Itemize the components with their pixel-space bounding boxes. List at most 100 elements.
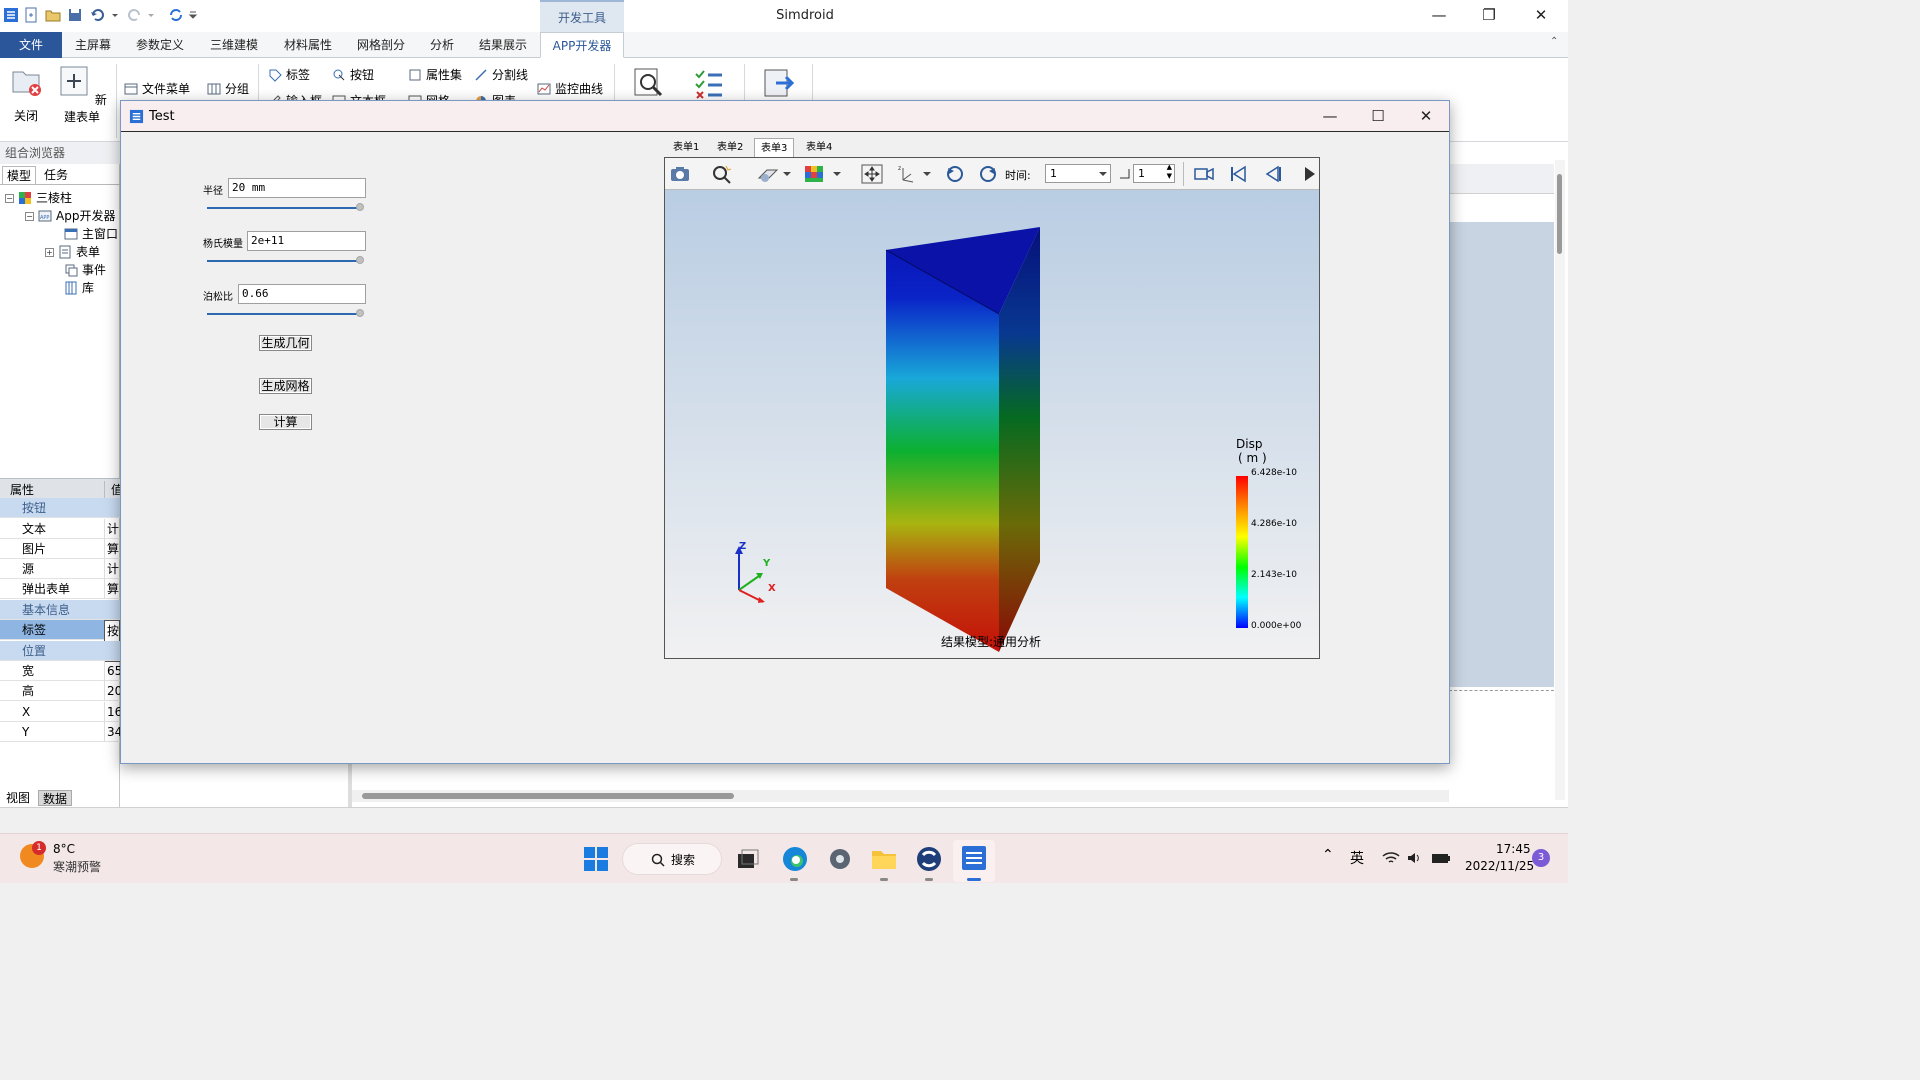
prop-row-y[interactable]: Y 34	[0, 722, 120, 742]
dropdown-arrow-icon[interactable]	[923, 170, 931, 178]
checklist-icon[interactable]	[692, 66, 726, 100]
ime-indicator[interactable]: 英	[1350, 848, 1364, 868]
dialog-minimize-button[interactable]: —	[1305, 101, 1355, 131]
rotate-left-icon[interactable]	[944, 164, 966, 184]
file-explorer-icon[interactable]	[870, 845, 898, 873]
prop-value[interactable]: 16	[104, 702, 120, 722]
clock-date[interactable]: 2022/11/25	[1465, 859, 1534, 873]
tab-home[interactable]: 主屏幕	[66, 32, 120, 58]
record-video-icon[interactable]	[1193, 164, 1215, 184]
prop-value[interactable]: 20	[104, 681, 120, 701]
dialog-close-button[interactable]: ✕	[1401, 101, 1451, 131]
section-view-icon[interactable]	[757, 164, 779, 184]
generate-mesh-button[interactable]: 生成网格	[259, 378, 312, 394]
prop-row-source[interactable]: 源计算	[0, 559, 120, 599]
rotate-right-icon[interactable]	[977, 164, 999, 184]
save-icon[interactable]	[67, 7, 83, 23]
prop-group-position[interactable]: 位置	[0, 641, 120, 661]
viewer-tab-form1[interactable]: 表单1	[667, 138, 705, 158]
close-form-button[interactable]: 关闭	[6, 64, 46, 124]
chevron-up-icon[interactable]: ⌃	[1322, 847, 1334, 863]
monitor-curve-button[interactable]: 监控曲线	[537, 80, 603, 97]
weather-temp[interactable]: 8°C	[53, 842, 75, 856]
radius-input[interactable]: 20 mm	[228, 178, 366, 198]
camera-icon[interactable]	[669, 164, 691, 184]
generate-geometry-button[interactable]: 生成几何	[259, 335, 312, 351]
clock-time[interactable]: 17:45	[1496, 842, 1531, 856]
zoom-fit-icon[interactable]	[711, 164, 733, 184]
prop-value[interactable]: 65	[104, 661, 120, 681]
tab-analysis[interactable]: 分析	[420, 32, 464, 58]
property-set-button[interactable]: 属性集	[408, 66, 462, 83]
tree-item-library[interactable]: 库	[64, 279, 94, 297]
radius-slider-knob[interactable]	[356, 203, 364, 211]
prop-row-text[interactable]: 文本 计算	[0, 519, 120, 559]
vertical-scrollbar[interactable]	[1555, 160, 1565, 800]
minimize-button[interactable]: —	[1414, 0, 1464, 30]
tab-parameters[interactable]: 参数定义	[126, 32, 194, 58]
youngs-modulus-input[interactable]: 2e+11	[247, 231, 366, 251]
tree-item-root[interactable]: − 三棱柱	[5, 189, 72, 207]
prop-row-height[interactable]: 高 20	[0, 681, 120, 701]
dropdown-arrow-icon[interactable]	[783, 170, 791, 178]
expand-icon[interactable]: +	[45, 247, 54, 257]
new-form-button[interactable]: 新建表单	[54, 64, 110, 125]
viewer-tab-form4[interactable]: 表单4	[800, 138, 838, 158]
weather-text[interactable]: 寒潮预警	[53, 858, 101, 875]
undo-dropdown-icon[interactable]	[110, 7, 120, 23]
wifi-icon[interactable]	[1382, 850, 1400, 866]
time-select[interactable]: 1	[1045, 164, 1111, 183]
prop-group-button[interactable]: 按钮	[0, 498, 120, 518]
pan-icon[interactable]	[861, 164, 883, 184]
scrollbar-thumb[interactable]	[1557, 174, 1562, 254]
collapse-icon[interactable]: −	[25, 211, 34, 221]
battery-icon[interactable]	[1431, 850, 1451, 866]
volume-icon[interactable]	[1406, 850, 1422, 866]
export-app-icon[interactable]	[762, 66, 796, 100]
poisson-ratio-input[interactable]: 0.66	[238, 284, 366, 304]
new-file-icon[interactable]	[23, 7, 39, 23]
simdroid-app-icon[interactable]	[961, 845, 987, 871]
redo-icon[interactable]	[126, 7, 142, 23]
prop-row-image[interactable]: 图片	[0, 539, 120, 559]
tab-model[interactable]: 模型	[2, 166, 37, 184]
customize-toolbar-icon[interactable]	[188, 7, 198, 23]
prop-row-label[interactable]: 标签按钮	[0, 620, 120, 662]
tree-item-forms[interactable]: + 表单	[45, 243, 100, 261]
viewer-tab-form3[interactable]: 表单3	[754, 138, 795, 158]
color-map-icon[interactable]	[803, 164, 825, 184]
open-folder-icon[interactable]	[45, 7, 61, 23]
dropdown-arrow-icon[interactable]	[833, 170, 841, 178]
viewer-tab-form2[interactable]: 表单2	[711, 138, 749, 158]
tab-app-developer[interactable]: APP开发器	[540, 32, 624, 58]
step-spinbox[interactable]: 1 ▲ ▼	[1133, 163, 1175, 183]
redo-dropdown-icon[interactable]	[146, 7, 156, 23]
prop-row-popup-form[interactable]: 弹出表单	[0, 579, 120, 599]
youngs-modulus-slider-knob[interactable]	[356, 256, 364, 264]
refresh-icon[interactable]	[168, 7, 184, 23]
collapse-ribbon-icon[interactable]: ⌃	[1550, 36, 1558, 47]
scrollbar-thumb[interactable]	[362, 793, 734, 799]
preview-search-icon[interactable]	[632, 66, 666, 100]
horizontal-scrollbar[interactable]	[352, 790, 1449, 802]
close-window-button[interactable]: ✕	[1516, 0, 1566, 30]
tab-data[interactable]: 数据	[38, 790, 73, 806]
spin-arrows-icon[interactable]: ▲ ▼	[1167, 163, 1172, 181]
taskbar-search[interactable]: 搜索	[622, 843, 722, 875]
tree-item-events[interactable]: 事件	[64, 261, 106, 279]
tab-meshing[interactable]: 网格剖分	[348, 32, 414, 58]
prop-value[interactable]: 34	[104, 722, 120, 742]
collapse-icon[interactable]: −	[5, 193, 14, 203]
dialog-maximize-button[interactable]: ☐	[1353, 101, 1403, 131]
button-control-button[interactable]: 按钮	[332, 66, 374, 83]
play-icon[interactable]	[1297, 164, 1317, 184]
edge-browser-icon[interactable]	[781, 845, 809, 873]
tab-task[interactable]: 任务	[40, 166, 72, 184]
file-menu-button[interactable]: 文件菜单	[124, 80, 190, 97]
group-button[interactable]: 分组	[207, 80, 249, 97]
compute-button[interactable]: 计算	[259, 414, 312, 430]
tree-item-main-window[interactable]: 主窗口	[64, 225, 118, 243]
axis-view-icon[interactable]: z	[897, 164, 919, 184]
youngs-modulus-slider[interactable]	[207, 260, 359, 262]
notification-badge[interactable]: 3	[1532, 849, 1550, 867]
